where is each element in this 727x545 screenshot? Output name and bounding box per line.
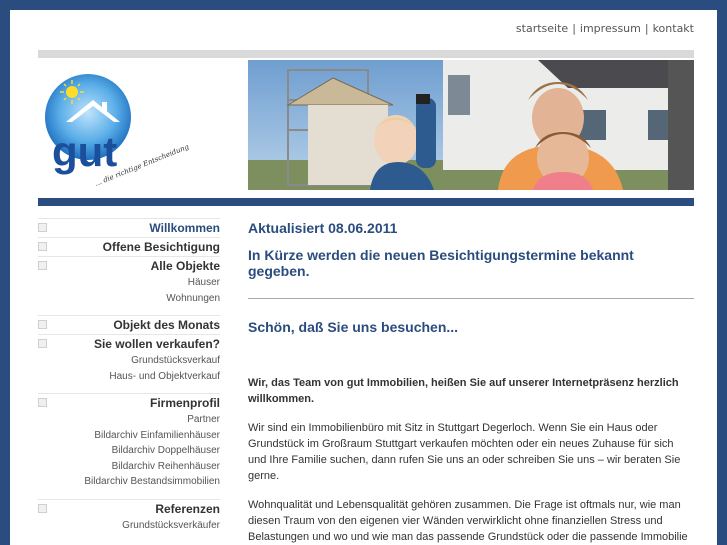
sidebar-item-sie-wollen-verkaufen[interactable]: Sie wollen verkaufen? bbox=[38, 334, 220, 353]
sidebar-subitem-reihenhaeuser[interactable]: Bildarchiv Reihenhäuser bbox=[38, 459, 220, 475]
quality-paragraph: Wohnqualität und Lebensqualität gehören … bbox=[248, 499, 688, 543]
sidebar-subitem-doppelhaeuser[interactable]: Bildarchiv Doppelhäuser bbox=[38, 443, 220, 459]
nav-separator: | bbox=[644, 22, 649, 35]
sidebar-subitem-einfamilienhaeuser[interactable]: Bildarchiv Einfamilienhäuser bbox=[38, 428, 220, 444]
sidebar-subitem-bestandsimmobilien[interactable]: Bildarchiv Bestandsimmobilien bbox=[38, 474, 220, 490]
checkbox-icon bbox=[38, 320, 47, 329]
sidebar-subitem-grundstuecksverkaeufer[interactable]: Grundstücksverkäufer bbox=[38, 518, 220, 534]
sidebar-subitem-grundstuecksverkauf[interactable]: Grundstücksverkauf bbox=[38, 353, 220, 369]
header-top-bar bbox=[38, 50, 694, 58]
header-photo bbox=[248, 60, 694, 190]
sidebar-item-label: Alle Objekte bbox=[150, 259, 220, 273]
logo-graphic: gut ... die richtige Entscheidung bbox=[45, 74, 191, 188]
sidebar-subitem-haus-objektverkauf[interactable]: Haus- und Objektverkauf bbox=[38, 369, 220, 385]
nav-separator: | bbox=[572, 22, 576, 35]
link-impressum[interactable]: impressum bbox=[580, 22, 641, 35]
sidebar-item-alle-objekte[interactable]: Alle Objekte bbox=[38, 256, 220, 275]
sidebar-item-willkommen[interactable]: Willkommen bbox=[38, 218, 220, 237]
sidebar-item-label: Firmenprofil bbox=[149, 396, 220, 410]
sidebar-item-referenzen[interactable]: Referenzen bbox=[38, 498, 220, 518]
link-startseite[interactable]: startseite bbox=[516, 22, 568, 35]
page: startseite | impressum | kontakt gut ...… bbox=[10, 10, 717, 545]
top-navigation: startseite | impressum | kontakt bbox=[516, 22, 694, 35]
sidebar-item-offene-besichtigung[interactable]: Offene Besichtigung bbox=[38, 237, 220, 256]
sidebar-item-label: Willkommen bbox=[149, 221, 220, 235]
intro-paragraph: Wir, das Team von gut Immobilien, heißen… bbox=[248, 377, 679, 405]
logo[interactable]: gut ... die richtige Entscheidung bbox=[38, 60, 243, 200]
link-kontakt[interactable]: kontakt bbox=[653, 22, 694, 35]
sidebar-item-label: Offene Besichtigung bbox=[102, 240, 220, 254]
update-heading: Aktualisiert 08.06.2011 bbox=[248, 220, 398, 236]
checkbox-icon bbox=[38, 503, 47, 513]
sidebar-subitem-haeuser[interactable]: Häuser bbox=[38, 275, 220, 291]
sidebar-item-label: Referenzen bbox=[155, 501, 220, 516]
header-bottom-bar bbox=[38, 198, 694, 206]
checkbox-icon bbox=[38, 223, 47, 232]
sidebar-item-firmenprofil[interactable]: Firmenprofil bbox=[38, 393, 220, 412]
sidebar-subitem-wohnungen[interactable]: Wohnungen bbox=[38, 291, 220, 307]
notice-heading: In Kürze werden die neuen Besichtigungst… bbox=[248, 247, 634, 279]
sidebar-item-label: Objekt des Monats bbox=[113, 318, 220, 332]
family-house-photo bbox=[248, 60, 694, 190]
about-paragraph: Wir sind ein Immobilienbüro mit Sitz in … bbox=[248, 422, 681, 482]
main-content: Aktualisiert 08.06.2011 In Kürze werden … bbox=[248, 220, 694, 545]
sidebar-item-label: Sie wollen verkaufen? bbox=[93, 337, 220, 351]
checkbox-icon bbox=[38, 261, 47, 270]
checkbox-icon bbox=[38, 242, 47, 251]
logo-text: gut bbox=[52, 128, 117, 175]
greeting-heading: Schön, daß Sie uns besuchen... bbox=[248, 319, 459, 335]
sidebar-navigation: Willkommen Offene Besichtigung Alle Obje… bbox=[38, 218, 220, 533]
checkbox-icon bbox=[38, 339, 47, 348]
sidebar-subitem-partner[interactable]: Partner bbox=[38, 412, 220, 428]
divider bbox=[248, 298, 694, 299]
sidebar-item-objekt-des-monats[interactable]: Objekt des Monats bbox=[38, 315, 220, 334]
checkbox-icon bbox=[38, 398, 47, 407]
